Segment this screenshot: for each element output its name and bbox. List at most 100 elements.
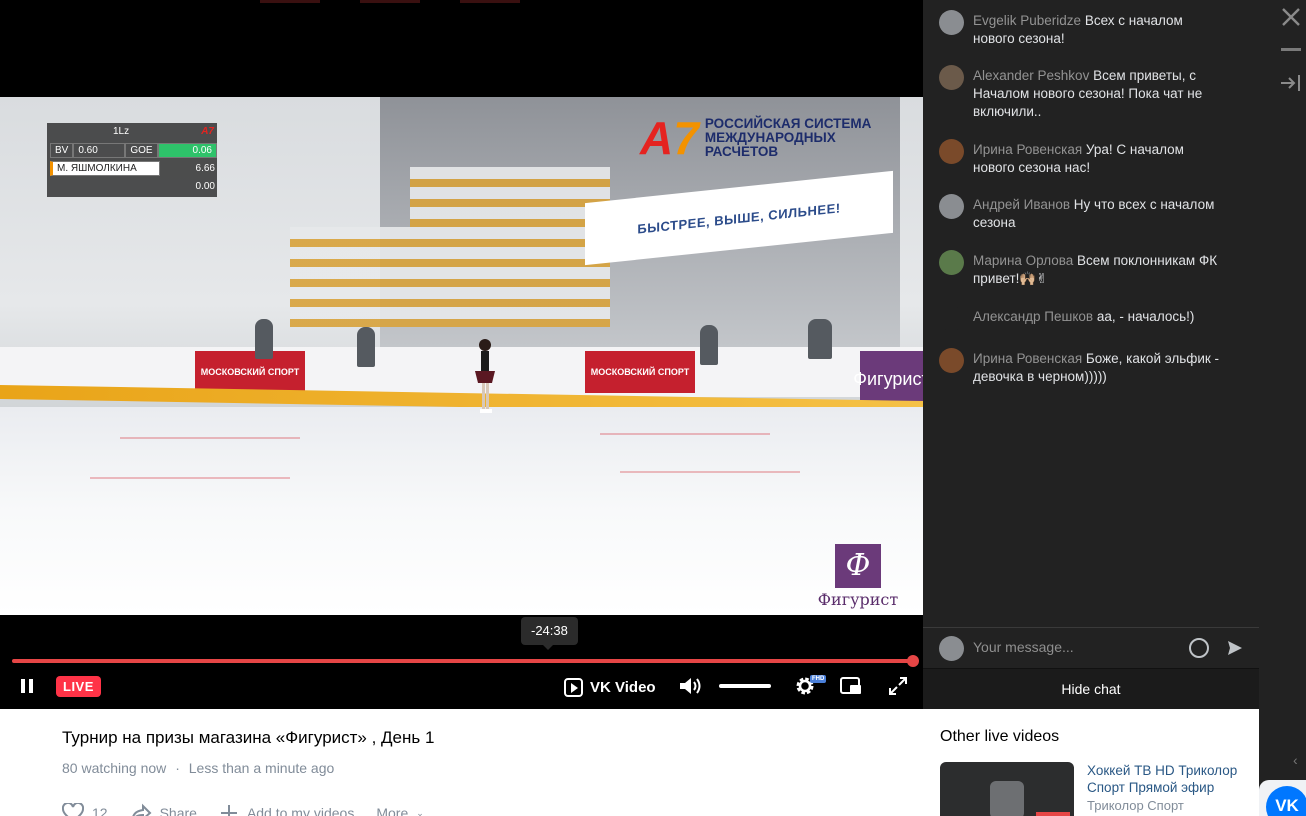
- avatar[interactable]: [939, 10, 964, 35]
- minimize-icon[interactable]: [1281, 48, 1301, 51]
- chat-message-text: Evgelik Puberidze Всех с началом нового …: [973, 12, 1228, 48]
- avatar[interactable]: [939, 306, 964, 331]
- volume-icon[interactable]: [678, 676, 702, 696]
- video-meta: 80 watching now · Less than a minute ago: [62, 760, 335, 776]
- video-info: Турнир на призы магазина «Фигурист» , Де…: [0, 709, 923, 816]
- top-tabs-strip: [260, 0, 660, 3]
- collapse-panel-icon[interactable]: [1280, 74, 1302, 92]
- arena-seats: [410, 167, 610, 327]
- chat-author[interactable]: Марина Орлова: [973, 253, 1073, 268]
- avatar[interactable]: [939, 348, 964, 373]
- other-live-heading: Other live videos: [940, 728, 1060, 745]
- avatar[interactable]: [939, 139, 964, 164]
- chat-author[interactable]: Alexander Peshkov: [973, 68, 1089, 83]
- vk-logo[interactable]: VK: [1259, 780, 1306, 816]
- chat-input-bar: Your message...: [923, 627, 1259, 668]
- sponsor-logo: А7 РОССИЙСКАЯ СИСТЕМА МЕЖДУНАРОДНЫХ РАСЧ…: [640, 115, 871, 161]
- sponsor-logo-text: РОССИЙСКАЯ СИСТЕМА МЕЖДУНАРОДНЫХ РАСЧЕТО…: [704, 116, 872, 159]
- chat-message-text: Ирина Ровенская Боже, какой эльфик - дев…: [973, 350, 1228, 386]
- chat-message-text: Alexander Peshkov Всем приветы, с Начало…: [973, 67, 1228, 121]
- like-button[interactable]: 12: [62, 803, 108, 816]
- ice-surface: [0, 407, 923, 615]
- video-player[interactable]: БЫСТРЕЕ, ВЫШЕ, СИЛЬНЕЕ! МОСКОВСКИЙ СПОРТ…: [0, 0, 923, 709]
- spectator: [808, 319, 832, 359]
- fullscreen-icon[interactable]: [888, 676, 908, 696]
- plus-icon: [220, 805, 237, 816]
- other-video-owner[interactable]: Триколор Спорт: [1087, 798, 1184, 813]
- score-skater-name: М. ЯШМОЛКИНА: [50, 161, 160, 176]
- score-total: 6.66: [195, 163, 215, 174]
- video-thumbnail[interactable]: [940, 762, 1074, 816]
- chat-message: Александр Пешков аа, - началось!): [939, 306, 1239, 331]
- scoreboard-overlay: 1Lz А7 BV 0.60 GOE 0.06 М. ЯШМОЛКИНА 6.6…: [47, 123, 217, 197]
- chat-message: Ирина Ровенская Боже, какой эльфик - дев…: [939, 348, 1239, 386]
- more-button[interactable]: More ⌄: [376, 803, 423, 816]
- chat-author[interactable]: Evgelik Puberidze: [973, 13, 1081, 28]
- pause-button[interactable]: [19, 678, 35, 694]
- chat-text: аа, - началось!): [1096, 309, 1195, 324]
- live-chat: Evgelik Puberidze Всех с началом нового …: [923, 0, 1259, 709]
- score-bv-value: 0.60: [73, 143, 126, 158]
- dice-icon: [990, 781, 1024, 816]
- figurist-watermark: Ф Фигурист: [806, 544, 910, 609]
- avatar[interactable]: [939, 250, 964, 275]
- live-badge[interactable]: LIVE: [56, 676, 101, 697]
- chat-message-input[interactable]: Your message...: [973, 639, 1074, 655]
- like-count: 12: [92, 805, 108, 816]
- chat-author[interactable]: Андрей Иванов: [973, 197, 1070, 212]
- picture-in-picture-icon[interactable]: [840, 676, 862, 696]
- right-rail: [1259, 0, 1306, 816]
- vk-logo-icon: VK: [1266, 786, 1306, 816]
- video-frame[interactable]: БЫСТРЕЕ, ВЫШЕ, СИЛЬНЕЕ! МОСКОВСКИЙ СПОРТ…: [0, 97, 923, 615]
- vk-video-page: БЫСТРЕЕ, ВЫШЕ, СИЛЬНЕЕ! МОСКОВСКИЙ СПОРТ…: [0, 0, 1306, 816]
- chat-message-text: Ирина Ровенская Ура! С началом нового се…: [973, 141, 1228, 177]
- chevron-left-icon[interactable]: ‹: [1293, 752, 1298, 768]
- score-bv-label: BV: [50, 143, 74, 158]
- emoji-icon[interactable]: [1189, 638, 1209, 658]
- watching-count: 80 watching now: [62, 760, 167, 776]
- spectator: [700, 325, 718, 365]
- share-icon: [131, 803, 152, 816]
- vk-video-logo[interactable]: VK Video: [564, 676, 656, 698]
- progress-handle[interactable]: [907, 655, 919, 667]
- live-indicator: [1036, 812, 1070, 816]
- quality-badge: FHD: [810, 675, 827, 683]
- add-to-my-videos-button[interactable]: Add to my videos: [219, 803, 354, 816]
- volume-slider[interactable]: [719, 684, 771, 688]
- sponsor-logo-mark: А7: [640, 112, 699, 164]
- spectator: [357, 327, 375, 367]
- chat-message: Марина Орлова Всем поклонникам ФК привет…: [939, 250, 1239, 288]
- chat-author[interactable]: Ирина Ровенская: [973, 351, 1082, 366]
- more-label: More: [376, 805, 409, 816]
- figurist-watermark-text: Фигурист: [817, 590, 899, 609]
- progress-bar[interactable]: [12, 659, 913, 663]
- other-live-videos: Other live videos Хоккей ТВ HD Триколор …: [923, 709, 1259, 816]
- send-icon[interactable]: [1227, 640, 1243, 656]
- vk-video-icon: [564, 677, 583, 697]
- user-avatar: [939, 636, 964, 661]
- skater: [475, 339, 495, 413]
- hide-chat-button[interactable]: Hide chat: [923, 668, 1259, 709]
- chat-message: Ирина Ровенская Ура! С началом нового се…: [939, 139, 1239, 177]
- avatar[interactable]: [939, 65, 964, 90]
- close-icon[interactable]: [1281, 7, 1301, 27]
- chat-message: Андрей Иванов Ну что всех с началом сезо…: [939, 194, 1239, 232]
- board-moscow-sport: МОСКОВСКИЙ СПОРТ: [195, 351, 305, 393]
- heart-icon: [62, 803, 84, 816]
- chat-author[interactable]: Александр Пешков: [973, 309, 1093, 324]
- share-label: Share: [159, 805, 197, 816]
- other-video-title[interactable]: Хоккей ТВ HD Триколор Спорт Прямой эфир: [1087, 762, 1257, 796]
- chat-message: Evgelik Puberidze Всех с началом нового …: [939, 10, 1239, 48]
- score-goe-value: 0.06: [157, 143, 217, 158]
- chevron-down-icon: ⌄: [416, 807, 424, 816]
- add-label: Add to my videos: [246, 805, 355, 816]
- video-actions: 12 Share Add to my videos More ⌄: [62, 803, 424, 816]
- share-button[interactable]: Share: [130, 803, 197, 816]
- vk-video-label: VK Video: [590, 678, 656, 696]
- avatar[interactable]: [939, 194, 964, 219]
- time-tooltip: -24:38: [521, 617, 578, 650]
- score-element: 1Lz: [113, 126, 130, 137]
- chat-author[interactable]: Ирина Ровенская: [973, 142, 1082, 157]
- time-ago: Less than a minute ago: [188, 760, 335, 776]
- figurist-logo-icon: Ф: [835, 544, 881, 588]
